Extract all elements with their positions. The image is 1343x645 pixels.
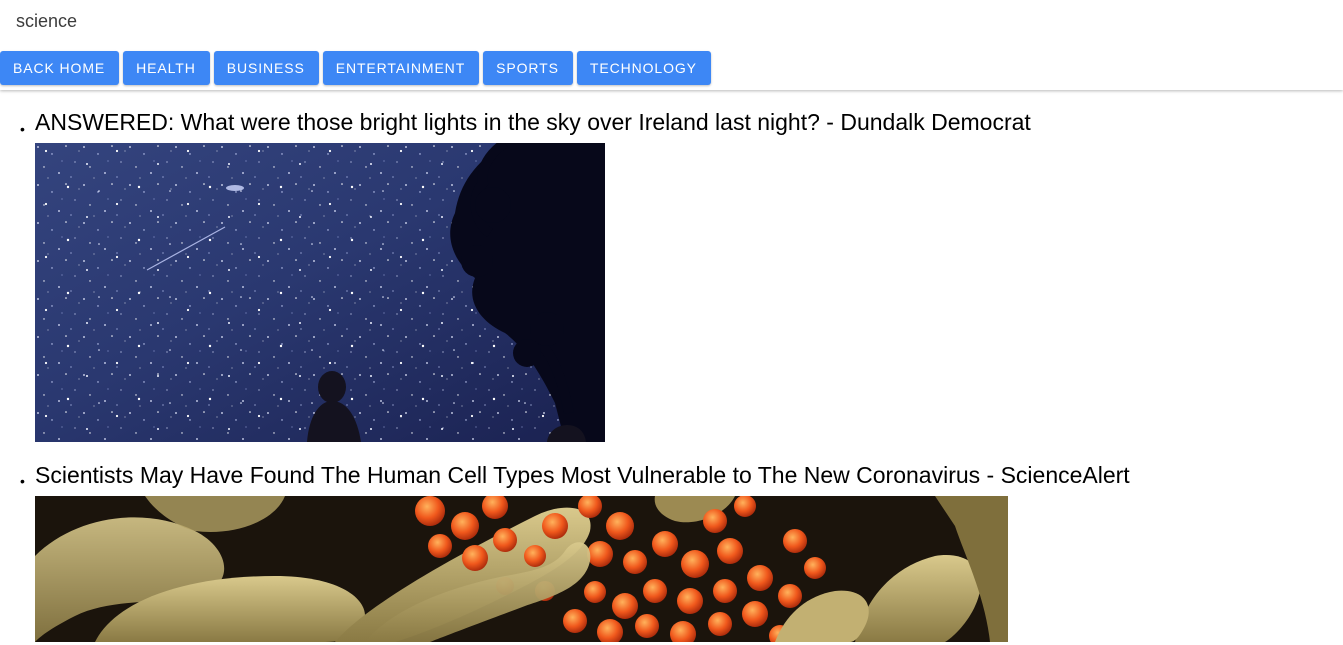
category-nav: BACK HOME HEALTH BUSINESS ENTERTAINMENT … [0, 51, 711, 85]
entertainment-button[interactable]: ENTERTAINMENT [322, 51, 480, 85]
health-button[interactable]: HEALTH [123, 51, 210, 85]
back-home-button[interactable]: BACK HOME [0, 51, 120, 85]
list-item: • ANSWERED: What were those bright light… [0, 109, 1343, 442]
sports-button[interactable]: SPORTS [483, 51, 573, 85]
business-button[interactable]: BUSINESS [213, 51, 319, 85]
article-title-link[interactable]: ANSWERED: What were those bright lights … [35, 109, 1343, 134]
list-bullet: • [20, 473, 25, 489]
technology-button[interactable]: TECHNOLOGY [576, 51, 711, 85]
article-title-link[interactable]: Scientists May Have Found The Human Cell… [35, 463, 1343, 487]
list-bullet: • [20, 121, 25, 137]
night-sky-photo[interactable] [35, 143, 605, 442]
article-list: • ANSWERED: What were those bright light… [0, 0, 1343, 642]
section-title: science [16, 11, 78, 31]
app-header: science BACK HOME HEALTH BUSINESS ENTERT… [0, 0, 1343, 90]
list-item: • Scientists May Have Found The Human Ce… [0, 463, 1343, 642]
virus-microscope-photo[interactable] [35, 496, 1008, 642]
